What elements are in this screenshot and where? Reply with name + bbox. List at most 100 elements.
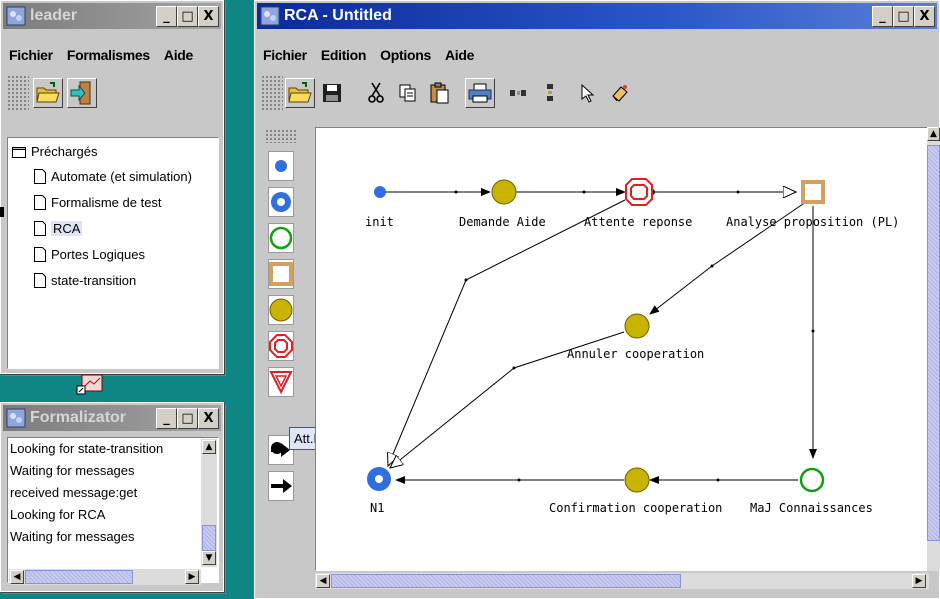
- toolbar-grip[interactable]: [7, 75, 29, 111]
- menu-aide[interactable]: Aide: [164, 47, 193, 67]
- maximize-button[interactable]: □: [177, 5, 198, 27]
- scroll-thumb[interactable]: [202, 525, 216, 551]
- copy-button[interactable]: [393, 78, 423, 108]
- close-button[interactable]: X: [198, 5, 219, 27]
- close-button[interactable]: X: [914, 5, 935, 27]
- menu-edition[interactable]: Edition: [321, 47, 367, 67]
- print-button[interactable]: [465, 78, 495, 108]
- log-vertical-scrollbar[interactable]: ▲ ▼: [201, 439, 217, 567]
- canvas-horizontal-scrollbar[interactable]: ◀ ▶: [315, 573, 929, 589]
- node-analyse-proposition[interactable]: [801, 180, 825, 204]
- scroll-left-arrow[interactable]: ◀: [10, 570, 24, 584]
- scroll-up-arrow[interactable]: ▲: [202, 440, 216, 454]
- scroll-right-arrow[interactable]: ▶: [185, 570, 199, 584]
- palette-final-state[interactable]: [268, 187, 294, 217]
- node-init[interactable]: [374, 186, 386, 198]
- paste-icon: [430, 82, 449, 104]
- formalizator-window: Formalizator _ □ X Looking for state-tra…: [0, 402, 224, 592]
- blue-ring-icon: [271, 192, 291, 212]
- leader-menubar: Fichier Formalismes Aide: [5, 47, 219, 67]
- tree-item-rca[interactable]: RCA: [34, 221, 83, 236]
- menu-options[interactable]: Options: [380, 47, 431, 67]
- tree-item-formalisme-test[interactable]: Formalisme de test: [34, 195, 162, 210]
- palette-initial-state[interactable]: [268, 151, 294, 181]
- node-annuler-cooperation[interactable]: [624, 313, 650, 339]
- log-line: Looking for state-transition: [10, 441, 164, 456]
- minimize-button[interactable]: _: [872, 5, 893, 27]
- palette-arc[interactable]: [268, 471, 294, 501]
- window-title: RCA - Untitled: [284, 7, 392, 24]
- olive-circle-icon: [269, 298, 293, 322]
- canvas-vertical-scrollbar[interactable]: ▲: [927, 127, 940, 571]
- node-n1[interactable]: [367, 467, 391, 491]
- app-icon: [260, 6, 280, 26]
- palette-wait[interactable]: [268, 331, 294, 361]
- scroll-thumb[interactable]: [25, 570, 133, 584]
- scroll-thumb[interactable]: [331, 574, 681, 588]
- desktop-shortcut-icon[interactable]: [76, 374, 104, 396]
- maximize-button[interactable]: □: [177, 407, 198, 429]
- menu-fichier[interactable]: Fichier: [9, 47, 53, 67]
- scroll-right-arrow[interactable]: ▶: [912, 574, 926, 588]
- window-title: leader: [30, 7, 78, 24]
- small-blue-dot-icon: [275, 160, 287, 172]
- cut-button[interactable]: [361, 78, 391, 108]
- minimize-button[interactable]: _: [156, 5, 177, 27]
- floppy-disk-icon: [323, 84, 341, 102]
- palette-decision[interactable]: [268, 259, 294, 289]
- tree-item-automate[interactable]: Automate (et simulation): [34, 169, 192, 184]
- node-label-attente: Attente reponse: [584, 215, 692, 229]
- maximize-button[interactable]: □: [893, 5, 914, 27]
- close-button[interactable]: X: [198, 407, 219, 429]
- node-demande-aide[interactable]: [491, 179, 517, 205]
- node-attente-reponse[interactable]: [625, 178, 653, 206]
- scroll-left-arrow[interactable]: ◀: [316, 574, 330, 588]
- tree-item-state-transition[interactable]: state-transition: [34, 273, 136, 288]
- paste-button[interactable]: [425, 78, 455, 108]
- align-vertical-button[interactable]: [535, 78, 565, 108]
- open-button[interactable]: [33, 78, 63, 108]
- palette-action[interactable]: [268, 295, 294, 325]
- leader-titlebar[interactable]: leader _ □ X: [3, 3, 221, 29]
- save-button[interactable]: [317, 78, 347, 108]
- arc-midpoint: [517, 478, 521, 482]
- diagram-canvas[interactable]: init Demande Aide Attente reponse Analys…: [315, 127, 931, 571]
- formalism-tree: Préchargés Automate (et simulation) Form…: [7, 137, 219, 369]
- node-label-annuler: Annuler cooperation: [567, 347, 704, 361]
- tree-item-portes-logiques[interactable]: Portes Logiques: [34, 247, 145, 262]
- eraser-icon: [612, 85, 628, 102]
- align-horizontal-button[interactable]: [503, 78, 533, 108]
- scroll-thumb[interactable]: [927, 145, 940, 541]
- tree-item-label: state-transition: [51, 273, 137, 288]
- minimize-button[interactable]: _: [156, 407, 177, 429]
- select-tool-button[interactable]: [573, 78, 603, 108]
- node-confirmation-cooperation[interactable]: [624, 467, 650, 493]
- align-vertical-icon: [547, 84, 553, 101]
- menu-aide[interactable]: Aide: [445, 47, 474, 67]
- open-button[interactable]: [285, 78, 315, 108]
- tree-root[interactable]: Préchargés: [12, 144, 97, 159]
- palette-limited-wait[interactable]: [268, 367, 294, 397]
- scroll-down-arrow[interactable]: ▼: [202, 551, 216, 565]
- scroll-up-arrow[interactable]: ▲: [927, 127, 940, 141]
- node-maj-connaissances[interactable]: [799, 467, 825, 493]
- toolbar-grip[interactable]: [261, 75, 283, 111]
- rca-titlebar[interactable]: RCA - Untitled _ □ X: [257, 3, 937, 29]
- arc-midpoint: [512, 366, 516, 370]
- palette-state[interactable]: [268, 223, 294, 253]
- log-horizontal-scrollbar[interactable]: ◀ ▶: [9, 569, 201, 585]
- leader-toolbar: [7, 75, 97, 111]
- arc-midpoint: [454, 190, 458, 194]
- node-label-confirmation: Confirmation cooperation: [549, 501, 722, 515]
- desktop-marker: [0, 207, 4, 217]
- formalizator-titlebar[interactable]: Formalizator _ □ X: [3, 405, 221, 431]
- eraser-tool-button[interactable]: [605, 78, 635, 108]
- menu-formalismes[interactable]: Formalismes: [67, 47, 150, 67]
- log-line: received message:get: [10, 485, 138, 500]
- scissors-icon: [368, 82, 384, 103]
- arc-midpoint: [464, 278, 468, 282]
- tree-item-label: Automate (et simulation): [51, 169, 192, 184]
- exit-button[interactable]: [67, 78, 97, 108]
- palette-grip[interactable]: [265, 129, 297, 143]
- menu-fichier[interactable]: Fichier: [263, 47, 307, 67]
